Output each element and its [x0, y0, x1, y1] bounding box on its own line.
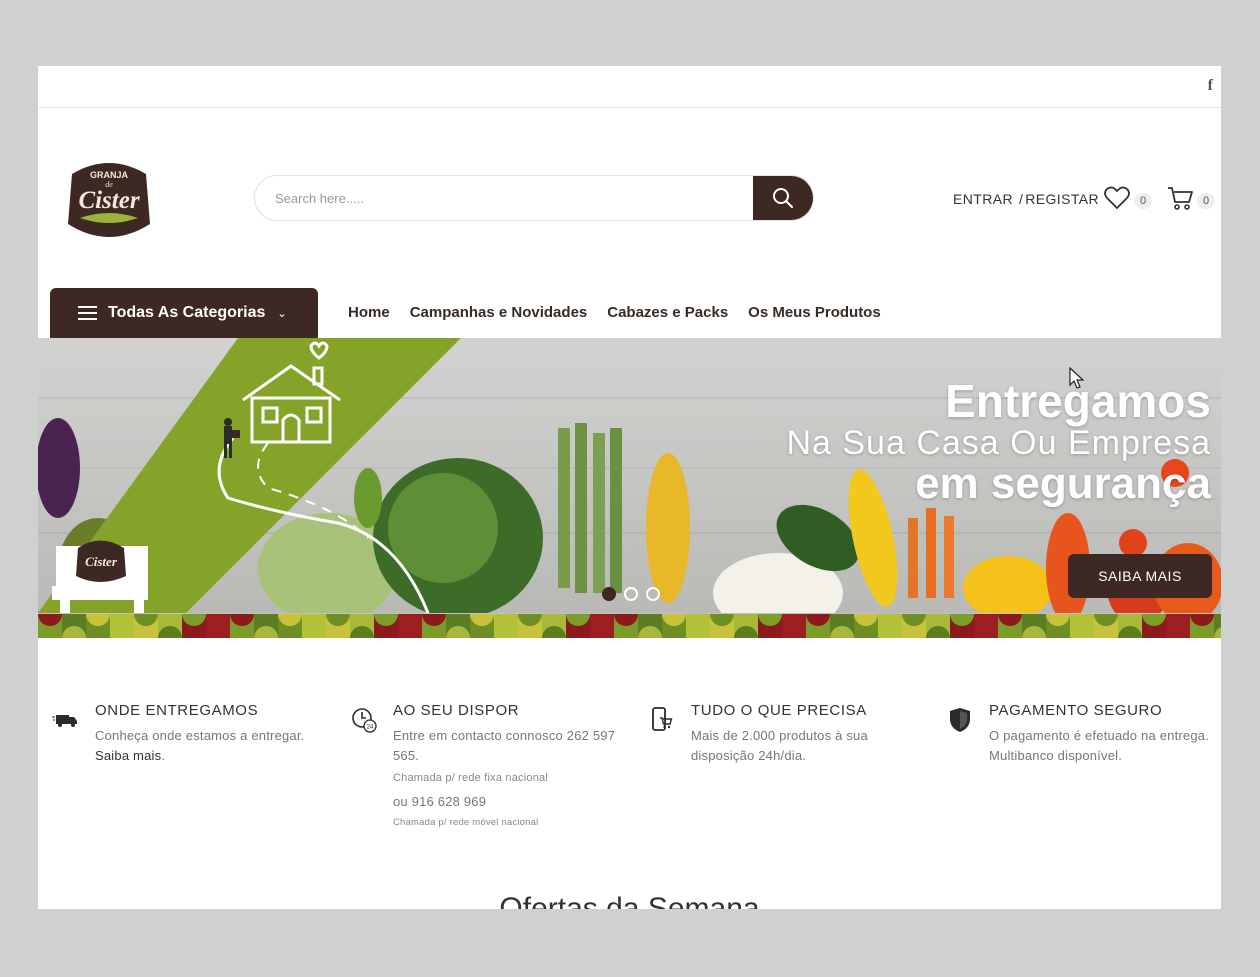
clock-24-icon: 24 — [352, 708, 377, 733]
header: GRANJA de Cister ENTRAR / REGISTAR 0 — [38, 108, 1221, 288]
facebook-icon[interactable]: f — [1208, 77, 1213, 95]
search-icon — [773, 188, 793, 208]
search-button[interactable] — [753, 176, 813, 220]
cart-count: 0 — [1197, 193, 1215, 209]
feature-delivery-title: ONDE ENTREGAMOS — [95, 702, 259, 719]
all-categories-label: Todas As Categorias — [108, 304, 266, 321]
banner-line-3: em segurança — [915, 459, 1211, 508]
svg-text:Cister: Cister — [85, 554, 118, 569]
banner-line-2: Na Sua Casa Ou Empresa — [786, 424, 1211, 462]
slider-dot-1[interactable] — [602, 587, 616, 601]
saiba-mais-link[interactable]: Saiba mais — [95, 748, 161, 763]
site-logo[interactable]: GRANJA de Cister — [64, 154, 154, 244]
feature-products-title: TUDO O QUE PRECISA — [691, 702, 867, 719]
banner-headline: Entregamos Na Sua Casa Ou Empresa em seg… — [786, 378, 1211, 506]
login-link[interactable]: ENTRAR — [953, 191, 1013, 207]
slider-dot-3[interactable] — [646, 587, 660, 601]
feature-contact-desc: Entre em contacto connosco 262 597 565. … — [393, 726, 618, 833]
logo-text-main: Cister — [78, 187, 139, 214]
mouse-cursor-icon — [1069, 367, 1085, 389]
feature-delivery-desc: Conheça onde estamos a entregar. Saiba m… — [95, 728, 305, 763]
hamburger-icon — [78, 306, 97, 320]
menu-item-cabazes[interactable]: Cabazes e Packs — [607, 304, 728, 321]
menu-links: Home Campanhas e Novidades Cabazes e Pac… — [348, 304, 881, 321]
wishlist-count: 0 — [1134, 193, 1152, 209]
all-categories-button[interactable]: Todas As Categorias ⌄ — [50, 288, 318, 338]
menu-item-campanhas[interactable]: Campanhas e Novidades — [410, 304, 588, 321]
cart-button[interactable]: 0 — [1167, 186, 1215, 210]
feature-delivery-text: Conheça onde estamos a entregar. — [95, 728, 305, 743]
account-links: ENTRAR / REGISTAR — [953, 191, 1099, 207]
feature-payment-title: PAGAMENTO SEGURO — [989, 702, 1163, 719]
contact-phone-2: ou 916 628 969 — [393, 794, 487, 809]
truck-icon — [52, 715, 77, 727]
logo-text-top: GRANJA — [90, 170, 129, 180]
svg-text:24: 24 — [367, 725, 374, 731]
shield-icon — [950, 708, 970, 732]
feature-products-desc: Mais de 2.000 produtos à sua disposição … — [691, 728, 868, 763]
cart-icon — [1168, 187, 1193, 210]
offers-section-title: Ofertas da Semana — [499, 892, 760, 909]
slider-dot-2[interactable] — [624, 587, 638, 601]
menu-item-home[interactable]: Home — [348, 304, 390, 321]
chevron-down-icon: ⌄ — [277, 307, 287, 320]
account-separator: / — [1018, 191, 1024, 207]
hero-banner: Cister Entregamos Na Sua Casa Ou Empresa… — [38, 338, 1221, 638]
search-input[interactable] — [255, 176, 753, 220]
register-link[interactable]: REGISTAR — [1025, 191, 1099, 207]
top-bar: f — [38, 66, 1221, 108]
banner-line-1: Entregamos — [945, 375, 1211, 427]
menu-item-meus-produtos[interactable]: Os Meus Produtos — [748, 304, 881, 321]
wishlist-button[interactable]: 0 — [1104, 186, 1152, 210]
feature-payment-desc: O pagamento é efetuado na entrega. Multi… — [989, 728, 1210, 763]
feature-contact-title: AO SEU DISPOR — [393, 702, 520, 719]
heart-icon — [1104, 186, 1130, 210]
decorative-strip — [38, 614, 1221, 638]
saiba-mais-button[interactable]: SAIBA MAIS — [1068, 554, 1212, 598]
contact-note-1: Chamada p/ rede fixa nacional — [393, 772, 549, 784]
page: f GRANJA de Cister ENTRAR / REGISTAR — [38, 66, 1221, 909]
main-nav: Todas As Categorias ⌄ Home Campanhas e N… — [38, 288, 1221, 338]
contact-note-2: Chamada p/ rede móvel nacional — [393, 817, 539, 828]
slider-dots — [602, 587, 660, 601]
mobile-cart-icon — [652, 707, 673, 731]
contact-phone-1: Entre em contacto connosco 262 597 565. — [393, 728, 616, 763]
search-bar — [254, 175, 814, 221]
